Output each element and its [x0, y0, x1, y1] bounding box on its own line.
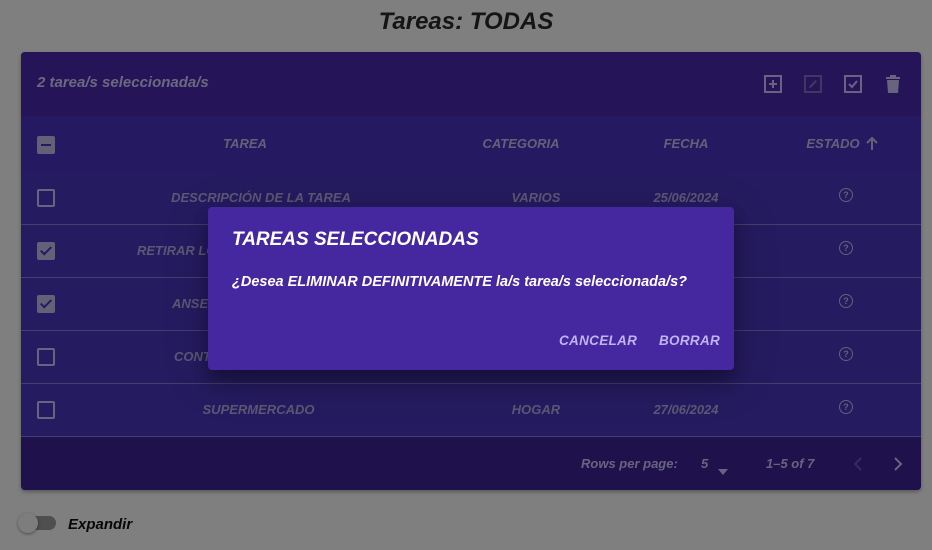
- dialog-message: ¿Desea ELIMINAR DEFINITIVAMENTE la/s tar…: [232, 274, 688, 290]
- delete-confirm-dialog: TAREAS SELECCIONADAS ¿Desea ELIMINAR DEF…: [208, 207, 734, 370]
- dialog-title: TAREAS SELECCIONADAS: [232, 229, 479, 250]
- cancel-button[interactable]: CANCELAR: [559, 333, 637, 348]
- delete-button[interactable]: BORRAR: [659, 333, 720, 348]
